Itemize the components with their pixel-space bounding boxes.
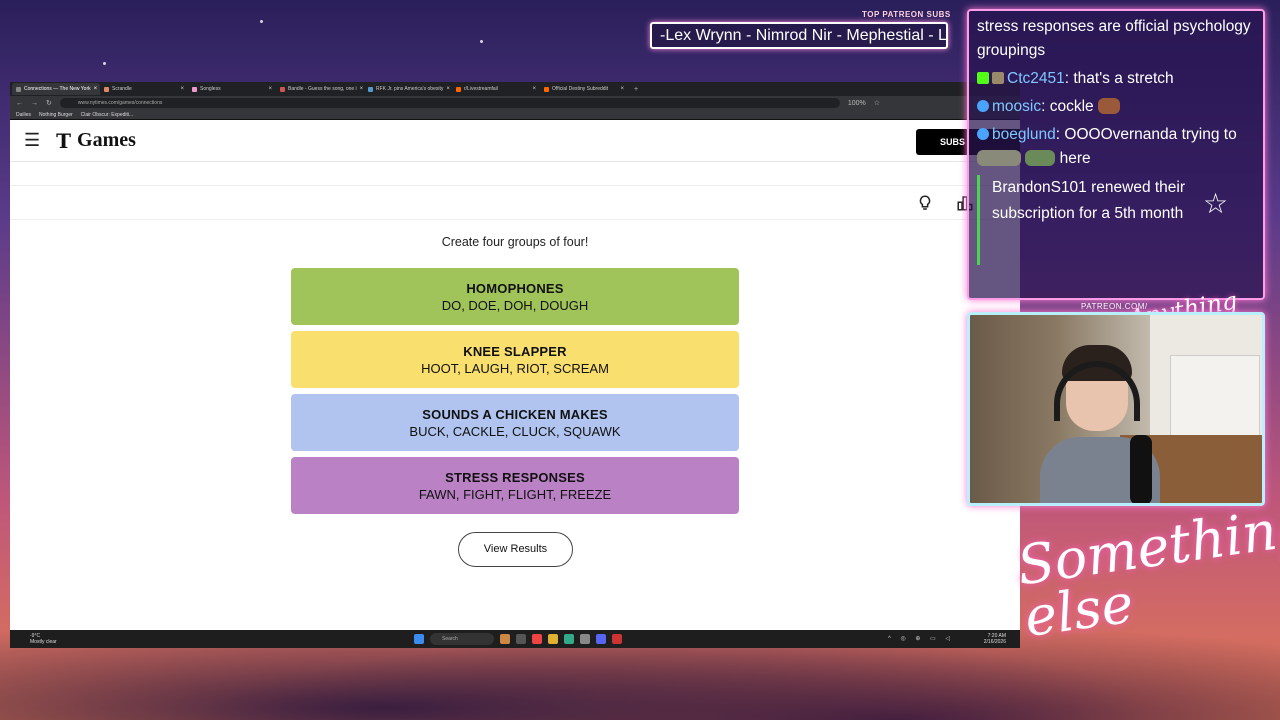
group-title: SOUNDS A CHICKEN MAKES — [422, 406, 608, 422]
group-words: FAWN, FIGHT, FLIGHT, FREEZE — [418, 486, 612, 502]
browser-tab[interactable]: Songless × — [188, 83, 276, 95]
close-icon[interactable]: × — [360, 86, 364, 92]
tab-favicon-icon — [544, 86, 549, 92]
bookmark-item[interactable]: Clair Obscur: Expediti... — [81, 112, 134, 118]
folder-icon[interactable] — [548, 634, 558, 644]
patreon-ticker: -Lex Wrynn - Nimrod Nir - Mephestial - L… — [650, 22, 948, 49]
nyt-header: ☰ T Games SUBS — [10, 120, 1020, 162]
games-logo[interactable]: Games — [77, 129, 136, 152]
tab-favicon-icon — [192, 86, 197, 92]
menu-icon[interactable]: ☰ — [24, 130, 40, 151]
browser-tab[interactable]: Official Destiny Subreddit × — [540, 83, 628, 95]
weather-widget[interactable]: -9°C Mostly clear — [30, 633, 57, 645]
tab-favicon-icon — [104, 86, 109, 92]
reload-icon[interactable]: ↻ — [46, 99, 52, 107]
chat-message: stress responses are official psychology… — [977, 18, 1251, 59]
subscription-notice: BrandonS101 renewed their subscription f… — [977, 175, 1255, 265]
group-words: BUCK, CACKLE, CLUCK, SQUAWK — [409, 423, 621, 439]
close-icon[interactable]: × — [446, 86, 450, 92]
bookmark-item[interactable]: Nothing Burger — [39, 112, 73, 118]
nyt-connections-page: ☰ T Games SUBS Create four groups of fou… — [10, 120, 1020, 628]
emote-icon — [1025, 150, 1056, 166]
instruction-text: Create four groups of four! — [441, 235, 589, 249]
user-badge-icon — [977, 100, 989, 112]
solved-group: KNEE SLAPPER HOOT, LAUGH, RIOT, SCREAM — [291, 331, 739, 388]
chat-username[interactable]: Ctc2451 — [1007, 70, 1065, 87]
browser-window: Connections — The New York × Scrandle × So… — [10, 82, 1020, 648]
browser-icon[interactable] — [532, 634, 542, 644]
browser-tab[interactable]: Connections — The New York × — [12, 83, 100, 95]
app-icon[interactable] — [500, 634, 510, 644]
obs-icon[interactable] — [612, 634, 622, 644]
close-icon[interactable]: × — [268, 86, 272, 92]
chat-username[interactable]: boeglund — [992, 126, 1056, 143]
user-badge-icon — [992, 72, 1004, 84]
solved-groups: HOMOPHONES DO, DOE, DOH, DOUGH KNEE SLAP… — [291, 268, 739, 520]
group-title: HOMOPHONES — [466, 280, 564, 296]
emote-icon — [977, 150, 1021, 166]
new-tab-icon[interactable]: + — [634, 86, 638, 93]
stream-chat-panel: stress responses are official psychology… — [967, 9, 1265, 300]
nyt-logo-icon[interactable]: T — [56, 129, 71, 153]
back-icon[interactable]: ← — [16, 100, 23, 107]
lightbulb-icon[interactable] — [916, 194, 934, 212]
close-icon[interactable]: × — [94, 86, 98, 92]
close-icon[interactable]: × — [180, 86, 184, 92]
windows-taskbar: -9°C Mostly clear Search ^ ◎ ⊕ ▭ ◁ 7:20 … — [10, 630, 1020, 648]
bookmarks-bar: Dailies Nothing Burger Clair Obscur: Exp… — [10, 110, 1020, 120]
microphone-icon — [1130, 435, 1152, 503]
tab-bar: Connections — The New York × Scrandle × So… — [10, 82, 1020, 96]
close-icon[interactable]: × — [532, 86, 536, 92]
taskbar-search[interactable]: Search — [430, 633, 494, 645]
background-star — [260, 20, 263, 23]
browser-tab[interactable]: Scrandle × — [100, 83, 188, 95]
webcam-feed — [967, 312, 1265, 506]
chat-message: boeglund: OOOOvernanda trying to here — [977, 123, 1255, 171]
bookmark-star-icon[interactable]: ☆ — [874, 99, 880, 107]
emote-icon — [1097, 98, 1120, 114]
browser-tab[interactable]: r/Livestreamfail × — [452, 83, 540, 95]
solved-group: SOUNDS A CHICKEN MAKES BUCK, CACKLE, CLU… — [291, 394, 739, 451]
tab-favicon-icon — [280, 86, 285, 92]
game-toolbar — [10, 186, 1020, 220]
star-icon: ☆ — [1203, 188, 1229, 219]
top-patreon-label: TOP PATREON SUBS — [862, 10, 951, 19]
chat-message: moosic: cockle — [977, 95, 1255, 119]
webcam-dresser — [1170, 355, 1260, 445]
user-badge-icon — [977, 128, 989, 140]
kick-badge-icon — [977, 72, 989, 84]
app-icon[interactable] — [580, 634, 590, 644]
background-star — [480, 40, 483, 43]
chat-username[interactable]: moosic — [992, 98, 1041, 115]
sub-header-bar — [10, 162, 1020, 186]
browser-tab[interactable]: Bandle - Guess the song, one i × — [276, 83, 364, 95]
group-title: STRESS RESPONSES — [445, 469, 585, 485]
chat-message: Ctc2451: that's a stretch — [977, 67, 1255, 91]
group-words: DO, DOE, DOH, DOUGH — [441, 297, 589, 313]
bookmark-item[interactable]: Dailies — [16, 112, 31, 118]
tab-favicon-icon — [456, 86, 461, 92]
url-input[interactable]: www.nytimes.com/games/connections — [59, 98, 840, 108]
zoom-level[interactable]: 100% — [848, 100, 866, 107]
tab-favicon-icon — [16, 86, 21, 92]
view-results-button[interactable]: View Results — [458, 532, 573, 567]
group-title: KNEE SLAPPER — [463, 343, 567, 359]
app-icon[interactable] — [564, 634, 574, 644]
solved-group: STRESS RESPONSES FAWN, FIGHT, FLIGHT, FR… — [291, 457, 739, 514]
group-words: HOOT, LAUGH, RIOT, SCREAM — [421, 360, 609, 376]
taskbar-clock[interactable]: 7:20 AM 2/16/2026 — [984, 633, 1006, 645]
tab-favicon-icon — [368, 86, 373, 92]
discord-icon[interactable] — [596, 634, 606, 644]
close-icon[interactable]: × — [620, 86, 624, 92]
forward-icon[interactable]: → — [31, 100, 38, 107]
taskbar-apps: Search — [414, 633, 622, 645]
browser-tab[interactable]: RFK Jr. pins America's obesity × — [364, 83, 452, 95]
address-bar: ← → ↻ www.nytimes.com/games/connections … — [10, 96, 1020, 110]
system-tray-icons[interactable]: ^ ◎ ⊕ ▭ ◁ — [888, 635, 954, 642]
task-view-icon[interactable] — [516, 634, 526, 644]
solved-group: HOMOPHONES DO, DOE, DOH, DOUGH — [291, 268, 739, 325]
windows-start-icon[interactable] — [414, 634, 424, 644]
background-star — [103, 62, 106, 65]
sub-notice-text: BrandonS101 renewed their subscription f… — [992, 179, 1186, 222]
